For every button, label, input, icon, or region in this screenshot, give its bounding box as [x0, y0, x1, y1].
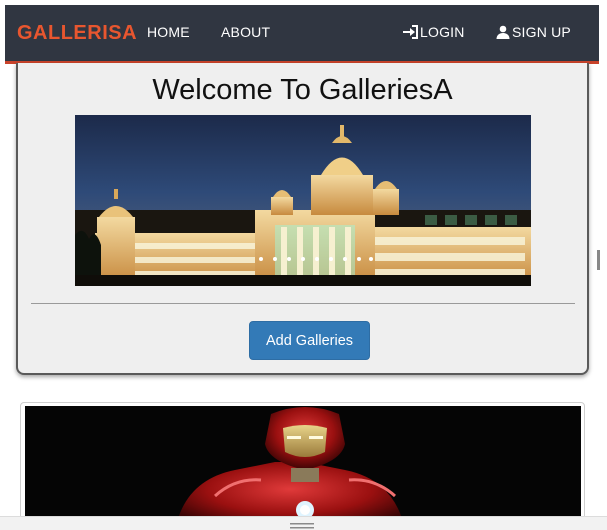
brand-logo[interactable]: GALLERISA — [17, 22, 137, 45]
nav-login-link[interactable]: LOGIN — [402, 24, 465, 40]
bottom-bar — [0, 516, 607, 530]
user-icon — [496, 25, 510, 39]
navbar: GALLERISA HOME ABOUT LOGIN SIGN UP — [5, 5, 599, 64]
resize-grip-icon[interactable] — [290, 523, 314, 529]
add-galleries-button[interactable]: Add Galleries — [249, 321, 370, 360]
nav-signup-link[interactable]: SIGN UP — [496, 24, 571, 40]
welcome-panel: Welcome To GalleriesA Add Galleries — [16, 63, 589, 375]
signup-label: SIGN UP — [512, 24, 571, 40]
ironman-image — [25, 406, 581, 530]
divider — [31, 303, 575, 304]
hero-image — [75, 115, 531, 286]
gallery-card[interactable] — [20, 402, 585, 530]
nav-home-link[interactable]: HOME — [147, 24, 190, 40]
ironman-photo — [25, 406, 581, 530]
login-label: LOGIN — [420, 24, 465, 40]
login-icon — [403, 25, 418, 39]
scrollbar-handle[interactable] — [597, 250, 600, 270]
page: GALLERISA HOME ABOUT LOGIN SIGN UP Welco… — [0, 0, 600, 530]
palace-night-photo — [75, 115, 531, 286]
nav-about-link[interactable]: ABOUT — [221, 24, 270, 40]
page-title: Welcome To GalleriesA — [152, 74, 453, 106]
